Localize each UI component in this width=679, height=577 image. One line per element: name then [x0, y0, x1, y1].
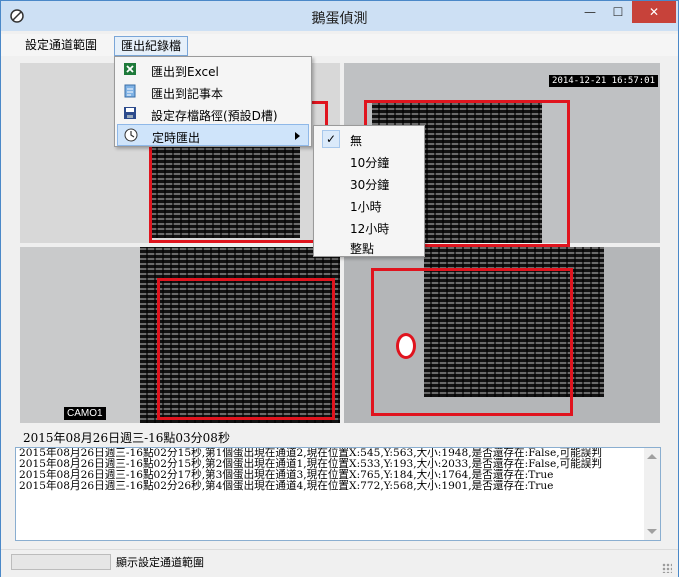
menu-item-label: 定時匯出	[152, 131, 201, 145]
scroll-down-icon[interactable]	[647, 529, 657, 534]
submenu-item-10min[interactable]: 10分鐘	[316, 150, 422, 172]
menu-item-set-save-path[interactable]: 設定存檔路徑(預設D槽)	[117, 103, 309, 125]
menu-bar: 設定通道範圍 匯出紀錄檔	[1, 34, 678, 56]
minimize-button[interactable]: —	[576, 1, 604, 23]
menu-item-export-notepad[interactable]: 匯出到記事本	[117, 81, 309, 103]
camera-label: CAMO1	[64, 407, 106, 420]
status-text: 顯示設定通道範圍	[116, 556, 204, 569]
scroll-up-icon[interactable]	[647, 454, 657, 459]
notepad-icon	[124, 84, 136, 98]
menu-item-timed-export[interactable]: 定時匯出	[117, 124, 309, 146]
menu-item-label: 設定存檔路徑(預設D槽)	[151, 109, 278, 123]
log-line: 2015年08月26日週三-16點02分26秒,第4個蛋出現在通道4,現在位置X…	[19, 480, 554, 492]
maximize-button[interactable]: ☐	[604, 1, 632, 23]
submenu-arrow-icon	[295, 132, 300, 140]
menu-setup-channel-range[interactable]: 設定通道範圍	[19, 36, 103, 54]
detection-log[interactable]: 2015年08月26日週三-16點02分15秒,第1個蛋出現在通道2,現在位置X…	[15, 447, 661, 541]
detection-box-channel-3	[157, 278, 335, 420]
save-icon	[124, 107, 136, 119]
detected-egg-marker	[396, 333, 416, 359]
submenu-item-12hour[interactable]: 12小時	[316, 216, 422, 238]
log-scrollbar[interactable]	[644, 448, 660, 540]
video-timestamp: 2014-12-21 16:57:01	[549, 75, 658, 87]
submenu-item-label: 整點	[350, 242, 375, 256]
menu-item-label: 匯出到記事本	[151, 87, 224, 101]
submenu-item-label: 30分鐘	[350, 178, 390, 192]
checkmark-icon: ✓	[322, 130, 340, 148]
submenu-item-label: 10分鐘	[350, 156, 390, 170]
resize-grip-icon[interactable]	[662, 563, 672, 573]
export-menu-dropdown: 匯出到Excel 匯出到記事本 設定存檔路徑(預設D槽) 定時匯出	[114, 56, 312, 147]
submenu-item-none[interactable]: ✓ 無	[316, 128, 422, 150]
clock-icon	[124, 128, 138, 142]
submenu-item-on-the-hour[interactable]: 整點	[316, 236, 422, 258]
menu-export-log[interactable]: 匯出紀錄檔	[114, 36, 189, 56]
menu-item-export-excel[interactable]: 匯出到Excel	[117, 59, 309, 81]
excel-icon	[124, 63, 136, 75]
timed-export-submenu: ✓ 無 10分鐘 30分鐘 1小時 12小時 整點	[313, 125, 425, 257]
status-bar: 顯示設定通道範圍	[1, 549, 678, 577]
submenu-item-30min[interactable]: 30分鐘	[316, 172, 422, 194]
progress-bar	[11, 554, 111, 570]
submenu-item-label: 無	[350, 134, 363, 148]
submenu-item-label: 12小時	[350, 222, 390, 236]
submenu-item-label: 1小時	[350, 200, 382, 214]
submenu-item-1hour[interactable]: 1小時	[316, 194, 422, 216]
current-time-label: 2015年08月26日週三-16點03分08秒	[23, 431, 230, 445]
close-button[interactable]: ✕	[632, 1, 676, 23]
menu-item-label: 匯出到Excel	[151, 65, 219, 79]
app-window: 鵝蛋偵測 — ☐ ✕ 設定通道範圍 匯出紀錄檔 2014-12-21 16:57…	[0, 0, 679, 577]
title-bar[interactable]: 鵝蛋偵測 — ☐ ✕	[1, 1, 678, 31]
